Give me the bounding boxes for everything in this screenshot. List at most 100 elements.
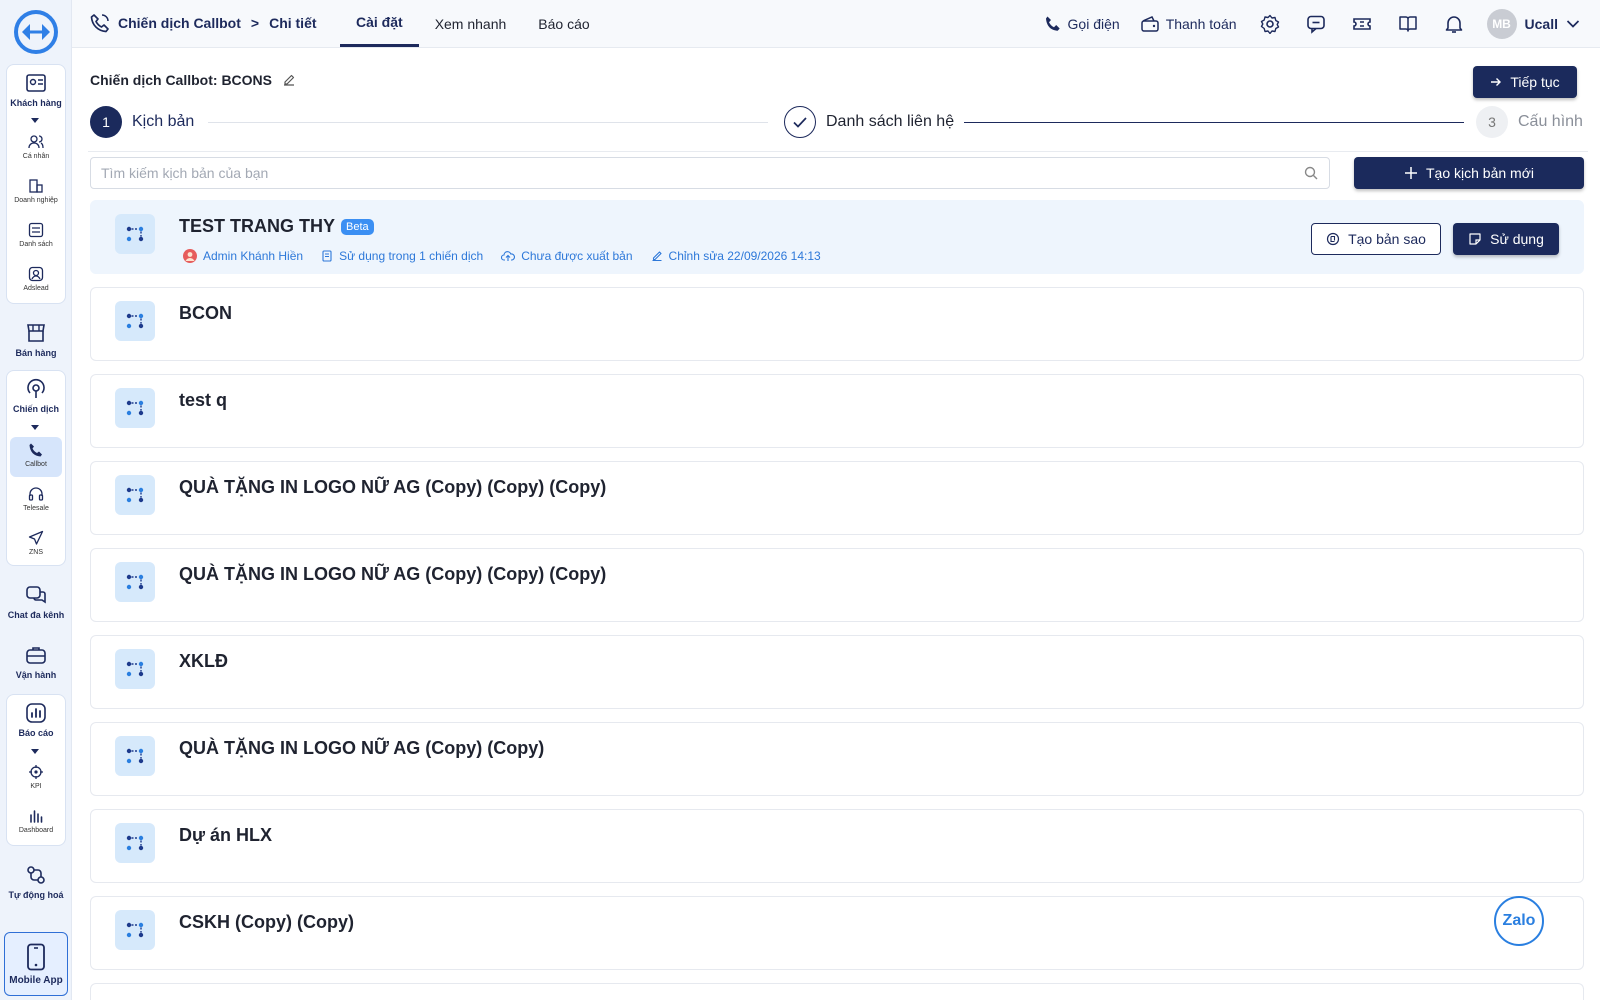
script-usage-text: Sử dụng trong 1 chiến dịch: [339, 249, 484, 263]
call-button[interactable]: Gọi điện: [1044, 15, 1120, 33]
user-menu[interactable]: MB Ucall: [1486, 8, 1580, 39]
pencil-icon: [652, 251, 662, 262]
broadcast-icon: [25, 378, 47, 400]
step-done-marker: [784, 106, 816, 138]
payment-button[interactable]: Thanh toán: [1140, 15, 1237, 33]
chevron-down-icon[interactable]: [31, 118, 39, 123]
bell-icon[interactable]: [1441, 11, 1467, 37]
sidebar-label: Chiến dịch: [12, 404, 59, 414]
script-title[interactable]: QUÀ TẶNG IN LOGO NỮ AG (Copy) (Copy) (Co…: [179, 564, 606, 585]
script-title[interactable]: BCON: [179, 303, 232, 324]
new-script-button[interactable]: Tạo kịch bản mới: [1354, 157, 1584, 189]
script-card[interactable]: CSKH (Copy) (Copy): [90, 896, 1584, 970]
sidebar-item-reports[interactable]: Báo cáo: [0, 702, 72, 738]
use-button[interactable]: Sử dụng: [1453, 223, 1559, 255]
payment-label: Thanh toán: [1165, 15, 1237, 32]
sidebar-item-telesale[interactable]: Telesale: [0, 486, 72, 512]
sidebar-label: Tự động hoá: [8, 890, 64, 900]
sidebar-item-automation[interactable]: Tự động hoá: [0, 864, 72, 900]
continue-button[interactable]: Tiếp tục: [1473, 66, 1577, 98]
mobile-phone-icon: [27, 943, 45, 970]
flow-icon: [115, 823, 155, 863]
flow-icon: [115, 910, 155, 950]
sidebar-item-business[interactable]: Doanh nghiệp: [0, 178, 72, 204]
sidebar-item-callbot[interactable]: Callbot: [0, 442, 72, 468]
briefcase-icon: [25, 644, 47, 666]
tab-report[interactable]: Báo cáo: [522, 0, 605, 47]
flow-icon: [115, 475, 155, 515]
breadcrumb-separator: >: [250, 15, 260, 31]
script-card-partial[interactable]: [90, 983, 1584, 1000]
script-card[interactable]: TEST TRANG THY Beta Admin Khánh Hiền Sử …: [90, 200, 1584, 274]
ucall-logo[interactable]: [14, 10, 58, 54]
arrow-right-icon: [1491, 78, 1502, 86]
step-contacts[interactable]: Danh sách liên hệ: [784, 106, 954, 138]
sidebar-item-chat[interactable]: Chat đa kênh: [0, 584, 72, 620]
chat-icon: [25, 584, 47, 606]
script-title[interactable]: CSKH (Copy) (Copy): [179, 912, 354, 933]
sidebar-item-dashboard[interactable]: Dashboard: [0, 808, 72, 834]
script-card[interactable]: QUÀ TẶNG IN LOGO NỮ AG (Copy) (Copy) (Co…: [90, 461, 1584, 535]
script-title[interactable]: Dự án HLX: [179, 825, 272, 846]
script-card[interactable]: test q: [90, 374, 1584, 448]
tab-settings[interactable]: Cài đặt: [340, 0, 419, 47]
sidebar-item-sales[interactable]: Bán hàng: [0, 322, 72, 358]
sidebar-item-campaign[interactable]: Chiến dịch: [0, 378, 72, 414]
gear-icon[interactable]: [1257, 11, 1283, 37]
script-card[interactable]: BCON: [90, 287, 1584, 361]
sidebar-item-adslead[interactable]: Adslead: [0, 266, 72, 292]
script-title[interactable]: TEST TRANG THY Beta: [179, 216, 374, 237]
search-input[interactable]: [91, 158, 1281, 188]
sidebar-item-personal[interactable]: Cá nhân: [0, 134, 72, 160]
cloud-upload-icon: [501, 251, 516, 261]
zalo-chat-button[interactable]: Zalo: [1494, 896, 1544, 946]
campaign-title: Chiến dịch Callbot: BCONS: [90, 72, 296, 88]
script-card[interactable]: Dự án HLX: [90, 809, 1584, 883]
beta-badge: Beta: [341, 218, 374, 235]
sidebar-item-mobile-app[interactable]: Mobile App: [4, 932, 68, 996]
message-icon[interactable]: [1303, 11, 1329, 37]
flow-icon: [115, 562, 155, 602]
breadcrumb-detail[interactable]: Chi tiết: [269, 15, 316, 31]
sidebar-item-list[interactable]: Danh sách: [0, 222, 72, 248]
duplicate-button[interactable]: Tạo bản sao: [1311, 223, 1441, 255]
step-config[interactable]: 3 Cấu hình: [1476, 106, 1583, 138]
headset-icon: [28, 486, 44, 502]
sidebar-label: Báo cáo: [18, 728, 54, 738]
sidebar-item-zns[interactable]: ZNS: [0, 530, 72, 556]
script-title[interactable]: XKLĐ: [179, 651, 228, 672]
script-card[interactable]: QUÀ TẶNG IN LOGO NỮ AG (Copy) (Copy): [90, 722, 1584, 796]
sidebar-label: Danh sách: [19, 241, 53, 248]
ticket-icon[interactable]: [1349, 11, 1375, 37]
sidebar-item-kpi[interactable]: KPI: [0, 764, 72, 790]
edit-icon[interactable]: [282, 73, 296, 87]
sidebar-item-operations[interactable]: Vận hành: [0, 644, 72, 680]
sidebar-label: KPI: [30, 783, 42, 790]
sidebar-label: Callbot: [25, 461, 47, 468]
book-icon[interactable]: [1395, 11, 1421, 37]
chevron-down-icon[interactable]: [31, 425, 39, 430]
user-name: Ucall: [1524, 15, 1558, 32]
sidebar-item-customers[interactable]: Khách hàng: [0, 72, 72, 108]
search-icon[interactable]: [1303, 165, 1319, 181]
tab-quick-view[interactable]: Xem nhanh: [419, 0, 523, 47]
step-script[interactable]: 1 Kịch bản: [90, 106, 194, 138]
user-badge-icon: [28, 266, 44, 282]
script-title[interactable]: test q: [179, 390, 227, 411]
document-icon: [322, 250, 332, 262]
flow-icon: [115, 214, 155, 254]
script-title[interactable]: QUÀ TẶNG IN LOGO NỮ AG (Copy) (Copy) (Co…: [179, 477, 606, 498]
script-title[interactable]: QUÀ TẶNG IN LOGO NỮ AG (Copy) (Copy): [179, 738, 544, 759]
call-label: Gọi điện: [1067, 15, 1120, 32]
step-label: Kịch bản: [132, 113, 195, 130]
breadcrumb-campaign[interactable]: Chiến dịch Callbot: [118, 15, 241, 31]
script-edited: Chỉnh sửa 22/09/2026 14:13: [651, 249, 821, 263]
script-card[interactable]: XKLĐ: [90, 635, 1584, 709]
chevron-down-icon[interactable]: [31, 749, 39, 754]
script-card[interactable]: QUÀ TẶNG IN LOGO NỮ AG (Copy) (Copy) (Co…: [90, 548, 1584, 622]
top-bar: Chiến dịch Callbot > Chi tiết Cài đặt Xe…: [72, 0, 1600, 48]
script-actions: Tạo bản sao Sử dụng: [1311, 223, 1559, 255]
script-meta: Admin Khánh Hiền Sử dụng trong 1 chiến d…: [183, 249, 821, 263]
use-label: Sử dụng: [1490, 231, 1544, 247]
sidebar-label: Cá nhân: [22, 153, 50, 160]
